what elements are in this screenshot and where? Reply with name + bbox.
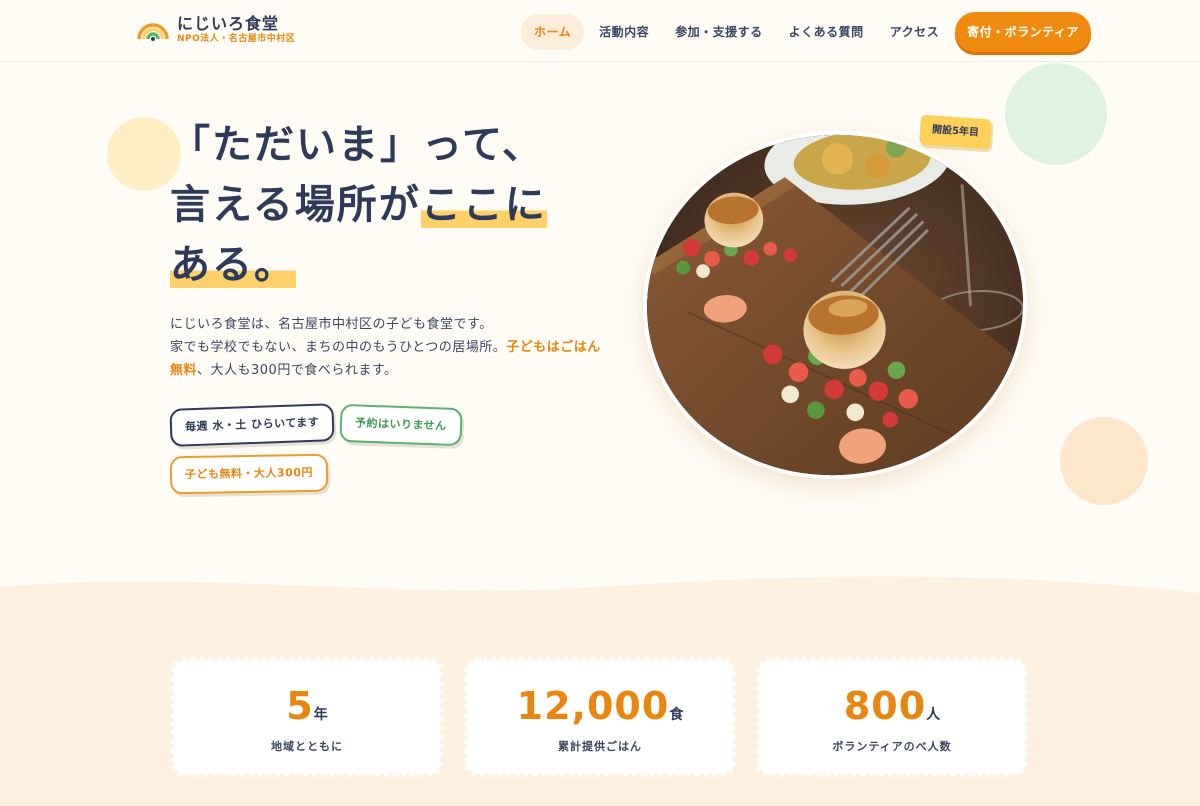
stat-label: 地域とともに [271,740,343,753]
hero-title-highlight-2: ある。 [170,242,296,288]
stat-number: 5 [286,684,314,728]
site-logo[interactable]: にじいろ食堂 NPO法人・名古屋市中村区 [137,14,295,45]
stat-label: ボランティアのべ人数 [832,740,952,753]
hero-description: にじいろ食堂は、名古屋市中村区の子ども食堂です。 家でも学校でもない、まちの中の… [170,313,610,382]
brand-subtitle: NPO法人・名古屋市中村区 [177,34,296,44]
nav-item-access[interactable]: アクセス [877,14,952,50]
brand-name: にじいろ食堂 [177,14,280,33]
hero-description-line-2: 家でも学校でもない、まちの中のもうひとつの居場所。 [170,340,507,355]
nav-item-join-support[interactable]: 参加・支援する [662,14,776,50]
hero-title-line-2: 言える場所がここに [170,175,590,235]
hero-description-emphasis-2: 無料 [170,363,198,378]
scallop-dish-photo-icon [635,122,1035,488]
stat-card-volunteers: 800人 ボランティアのべ人数 [756,657,1028,777]
main-nav: ホーム 活動内容 参加・支援する よくある質問 アクセス 寄付・ボランティア [521,12,1091,52]
nav-item-activities[interactable]: 活動内容 [586,14,662,50]
tag-price: 子ども無料・大人300円 [169,453,329,495]
hero-title-highlight-1: ここに [420,182,547,228]
hero-title-line-1: 「ただいま」って、 [170,122,544,168]
site-header: にじいろ食堂 NPO法人・名古屋市中村区 ホーム 活動内容 参加・支援する よく… [0,0,1200,62]
hero-title-line-3: ある。 [170,235,590,295]
nav-item-home[interactable]: ホーム [521,14,585,50]
stat-unit: 食 [669,707,684,723]
tag-open-days: 毎週 水・土 ひらいてます [169,403,335,447]
stat-card-years: 5年 地域とともに [171,657,443,777]
donate-volunteer-button[interactable]: 寄付・ボランティア [955,12,1091,52]
tag-no-reservation: 予約はいりません [339,403,463,447]
nav-item-faq[interactable]: よくある質問 [776,14,877,50]
hero-food-photo [631,118,1039,492]
hero-description-emphasis-1: 子どもはごはん [506,340,601,355]
rainbow-logo-icon [137,19,169,41]
hero-description-line-1: にじいろ食堂は、名古屋市中村区の子ども食堂です。 [170,317,493,332]
hero-title: 「ただいま」って、 言える場所がここに ある。 [170,115,590,295]
stat-label: 累計提供ごはん [558,740,642,753]
stat-number: 800 [843,684,927,728]
hero-description-line-3: 、大人も300円で食べられます。 [197,363,398,378]
hero-title-line-2-text: 言える場所が [170,182,421,228]
stat-unit: 年 [313,707,328,723]
stat-number: 12,000 [516,684,670,728]
decorative-circle-green [1005,63,1107,165]
years-open-badge: 開設5年目 [919,114,992,150]
decorative-circle-peach [1060,417,1148,505]
stat-card-meals: 12,000食 累計提供ごはん [464,657,736,777]
stat-unit: 人 [926,707,941,723]
